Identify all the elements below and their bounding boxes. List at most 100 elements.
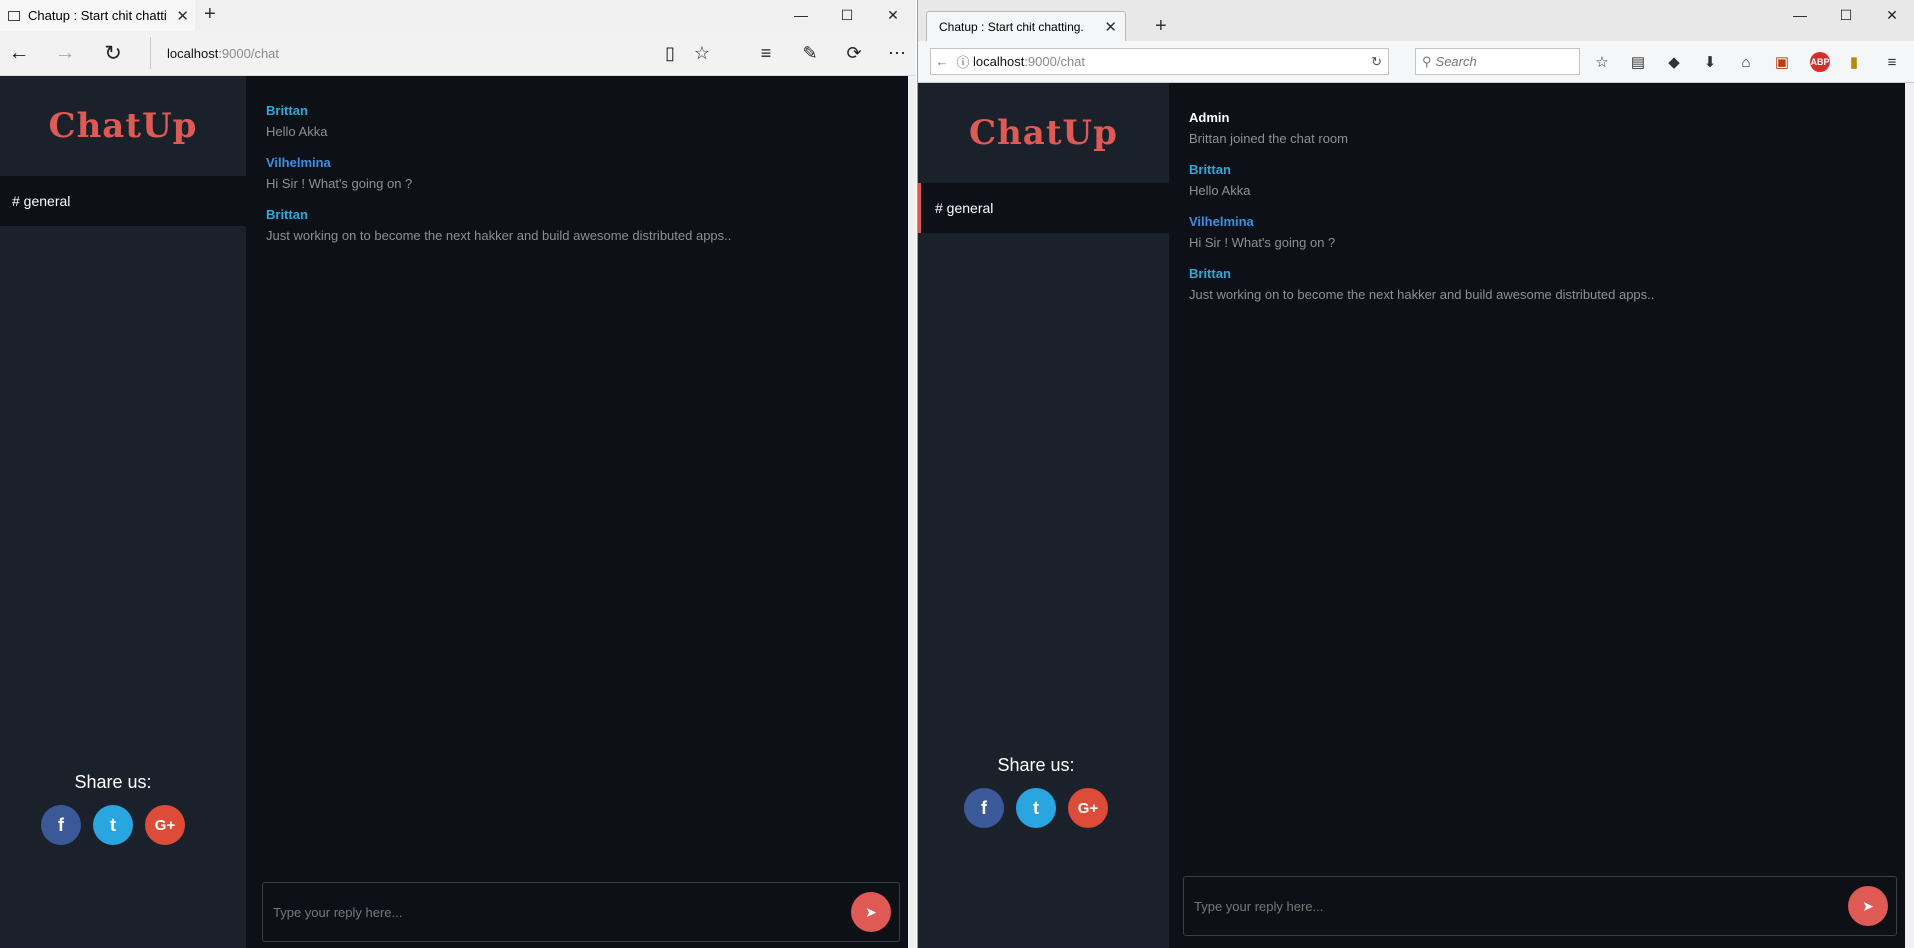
sidebar: ChatUp # general Share us: f t G+ [0, 76, 246, 948]
bookmark-star-icon[interactable]: ☆ [1588, 49, 1616, 75]
reading-view-icon[interactable]: ▯ [656, 39, 684, 67]
home-icon[interactable]: ⌂ [1732, 49, 1760, 75]
firefox-search-box[interactable]: ⚲ Search [1415, 48, 1580, 75]
channel-general[interactable]: # general [918, 183, 1169, 233]
reply-box: ➤ [1183, 876, 1897, 936]
back-icon[interactable]: ← [931, 54, 953, 69]
message-list: Admin Brittan joined the chat room Britt… [1189, 110, 1885, 318]
google-plus-icon[interactable]: G+ [145, 805, 185, 845]
url-path: :9000/chat [218, 45, 280, 61]
back-icon[interactable]: ← [4, 39, 34, 67]
edge-scrollbar[interactable] [908, 76, 916, 948]
facebook-icon[interactable]: f [964, 788, 1004, 828]
extension-icon[interactable]: ▣ [1768, 49, 1796, 75]
hub-icon[interactable]: ≡ [752, 39, 780, 67]
web-note-icon[interactable]: ✎ [796, 39, 824, 67]
favorite-icon[interactable]: ☆ [688, 39, 716, 67]
firefox-tab-bar: Chatup : Start chit chatting. ✕ + — ☐ ✕ [918, 0, 1914, 41]
twitter-icon[interactable]: t [1016, 788, 1056, 828]
firefox-chat-app: ChatUp # general Share us: f t G+ Admin … [918, 83, 1905, 948]
more-icon[interactable]: ⋯ [883, 39, 911, 67]
edge-window: Chatup : Start chit chatti ✕ + — ☐ ✕ ← →… [0, 0, 916, 948]
message: Admin Brittan joined the chat room [1189, 110, 1885, 146]
new-tab-button[interactable]: + [204, 3, 216, 26]
social-buttons: f t G+ [0, 805, 226, 845]
message-author: Brittan [266, 103, 308, 118]
edge-address-bar[interactable]: localhost:9000/chat [150, 37, 650, 69]
adblock-label: ABP [1810, 52, 1830, 72]
share-section: Share us: f t G+ [0, 772, 226, 845]
reading-list-icon[interactable]: ▤ [1624, 49, 1652, 75]
message: Vilhelmina Hi Sir ! What's going on ? [266, 155, 888, 191]
window-controls: — ☐ ✕ [778, 0, 916, 30]
reload-icon[interactable]: ↻ [1371, 54, 1382, 70]
message-author: Admin [1189, 110, 1230, 125]
adblock-icon[interactable]: ABP [1806, 49, 1834, 75]
twitter-icon[interactable]: t [93, 805, 133, 845]
sidebar: ChatUp # general Share us: f t G+ [918, 83, 1169, 948]
forward-icon[interactable]: → [50, 39, 80, 67]
pocket-icon[interactable]: ◆ [1660, 49, 1688, 75]
maximize-button[interactable]: ☐ [1823, 0, 1869, 30]
message-text: Brittan joined the chat room [1189, 131, 1348, 146]
google-plus-icon[interactable]: G+ [1068, 788, 1108, 828]
firefox-tab-title: Chatup : Start chit chatting. [939, 19, 1084, 34]
notes-icon[interactable]: ▮ [1840, 49, 1868, 75]
message: Brittan Hello Akka [1189, 162, 1885, 198]
chatup-logo[interactable]: ChatUp [0, 76, 246, 176]
edge-nav-bar: ← → ↻ localhost:9000/chat ▯ ☆ ≡ ✎ ⟳ ⋯ [0, 31, 916, 76]
reply-input[interactable] [263, 903, 851, 921]
share-label: Share us: [997, 755, 1075, 775]
share-icon[interactable]: ⟳ [840, 39, 868, 67]
edge-tab[interactable]: Chatup : Start chit chatti ✕ [0, 0, 195, 31]
new-tab-button[interactable]: + [1155, 15, 1167, 38]
close-window-button[interactable]: ✕ [1869, 0, 1914, 30]
edge-tab-title: Chatup : Start chit chatti [28, 8, 167, 23]
message-text: Hello Akka [1189, 183, 1251, 198]
maximize-button[interactable]: ☐ [824, 0, 870, 30]
search-placeholder: Search [1435, 54, 1477, 69]
message-text: Just working on to become the next hakke… [266, 228, 732, 243]
menu-icon[interactable]: ≡ [1878, 49, 1906, 75]
message: Brittan Just working on to become the ne… [266, 207, 888, 243]
channel-general[interactable]: # general [0, 176, 246, 226]
close-window-button[interactable]: ✕ [870, 0, 916, 30]
firefox-scrollbar[interactable] [1905, 83, 1914, 948]
search-icon: ⚲ [1422, 53, 1432, 69]
chat-main: Admin Brittan joined the chat room Britt… [1169, 83, 1905, 948]
message-author: Vilhelmina [266, 155, 331, 170]
url-path: :9000/chat [1024, 54, 1086, 69]
message-text: Hello Akka [266, 124, 328, 139]
message-list: Brittan Hello Akka Vilhelmina Hi Sir ! W… [266, 103, 888, 259]
share-label: Share us: [74, 772, 152, 792]
message-text: Hi Sir ! What's going on ? [1189, 235, 1336, 250]
message-author: Vilhelmina [1189, 214, 1254, 229]
refresh-icon[interactable]: ↻ [98, 39, 128, 67]
send-icon[interactable]: ➤ [851, 892, 891, 932]
facebook-icon[interactable]: f [41, 805, 81, 845]
info-icon[interactable]: ⓘ [953, 52, 973, 71]
message-text: Just working on to become the next hakke… [1189, 287, 1655, 302]
message: Vilhelmina Hi Sir ! What's going on ? [1189, 214, 1885, 250]
message-author: Brittan [1189, 266, 1231, 281]
chatup-logo[interactable]: ChatUp [918, 83, 1169, 183]
message-author: Brittan [266, 207, 308, 222]
page-icon [8, 10, 20, 21]
firefox-nav-bar: ← ⓘ localhost:9000/chat ↻ ⚲ Search ☆ ▤ ◆… [918, 41, 1914, 83]
minimize-button[interactable]: — [1777, 0, 1823, 30]
download-icon[interactable]: ⬇ [1696, 49, 1724, 75]
close-tab-icon[interactable]: ✕ [176, 7, 189, 25]
window-controls: — ☐ ✕ [1777, 0, 1914, 30]
reply-input[interactable] [1184, 897, 1848, 915]
chat-main: Brittan Hello Akka Vilhelmina Hi Sir ! W… [246, 76, 908, 948]
message-text: Hi Sir ! What's going on ? [266, 176, 413, 191]
close-tab-icon[interactable]: ✕ [1104, 18, 1117, 36]
edge-tab-bar: Chatup : Start chit chatti ✕ + — ☐ ✕ [0, 0, 916, 31]
share-section: Share us: f t G+ [918, 755, 1154, 828]
minimize-button[interactable]: — [778, 0, 824, 30]
firefox-address-bar[interactable]: ← ⓘ localhost:9000/chat ↻ [930, 48, 1389, 75]
message: Brittan Hello Akka [266, 103, 888, 139]
send-icon[interactable]: ➤ [1848, 886, 1888, 926]
firefox-tab[interactable]: Chatup : Start chit chatting. ✕ [926, 11, 1126, 41]
edge-chat-app: ChatUp # general Share us: f t G+ Britta… [0, 76, 908, 948]
